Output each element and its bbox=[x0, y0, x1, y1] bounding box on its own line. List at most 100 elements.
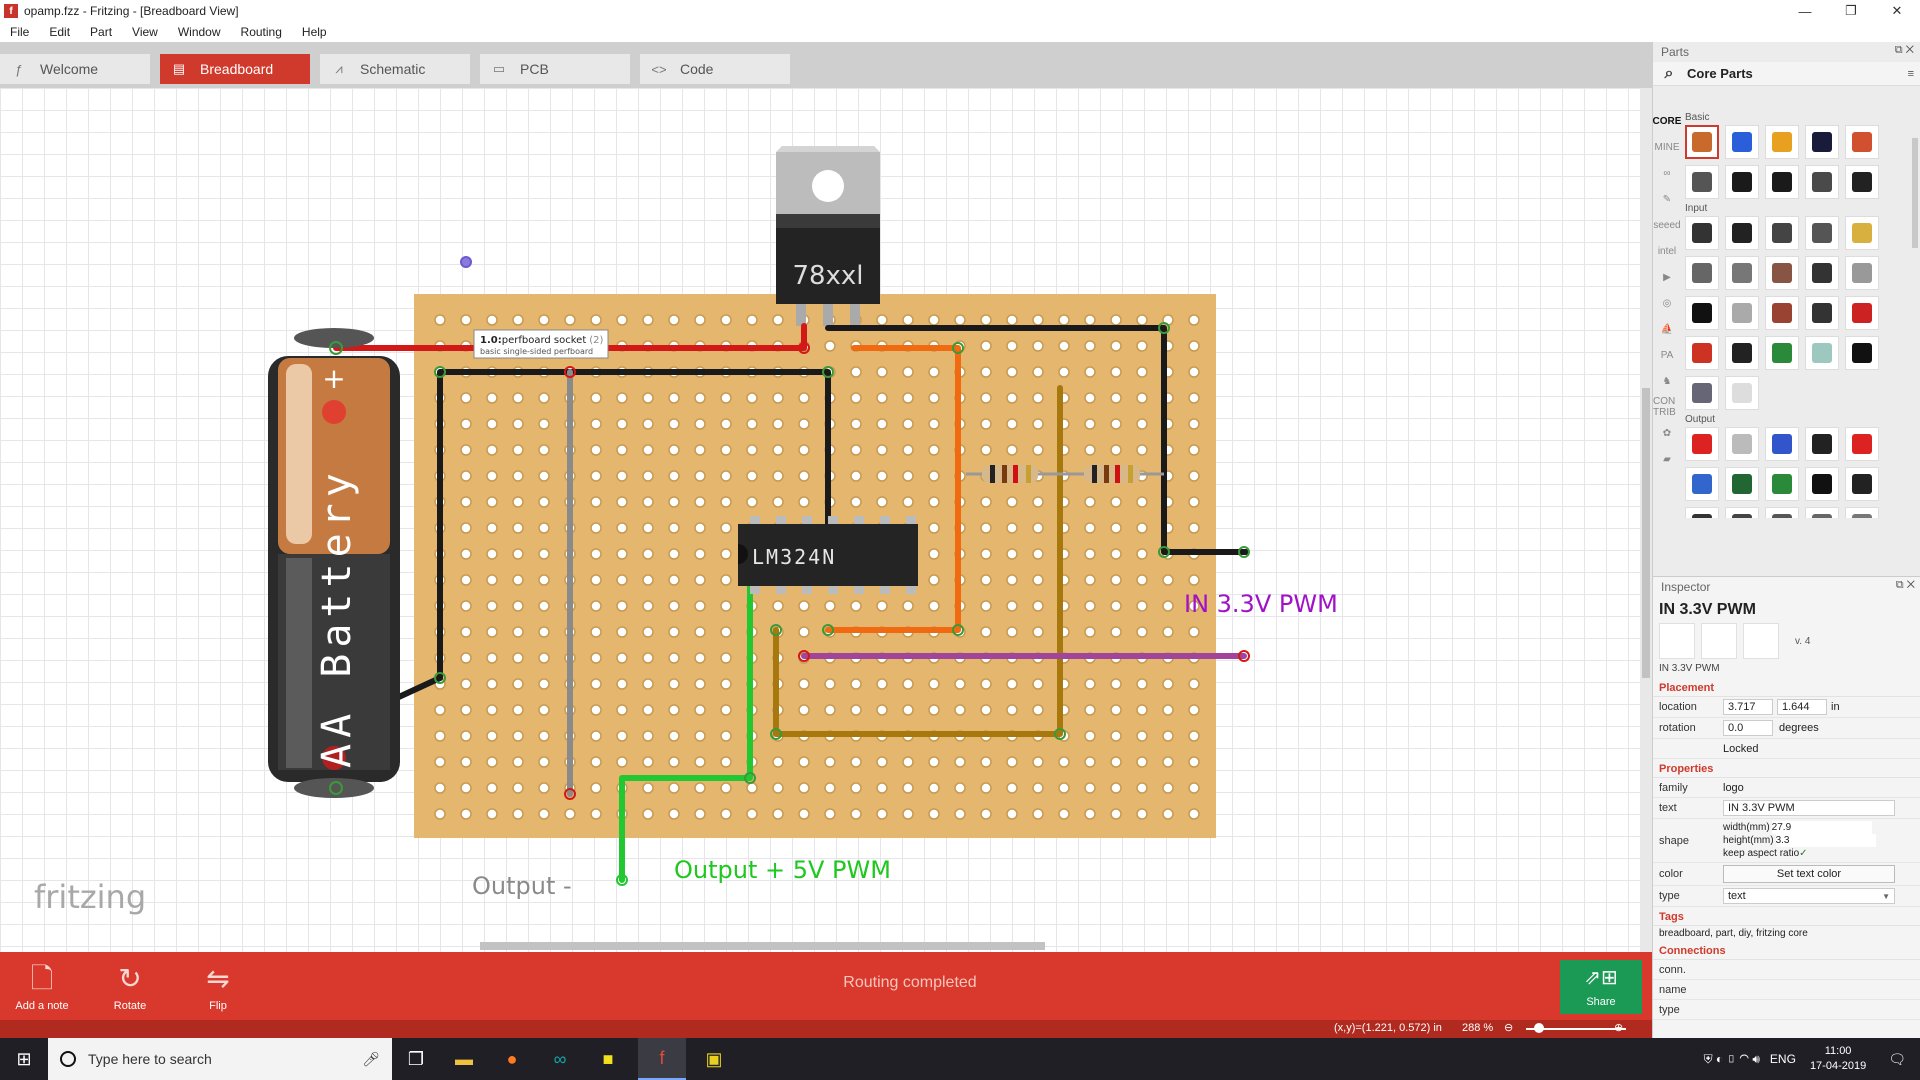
menu-window[interactable]: Window bbox=[178, 25, 221, 39]
part-icon[interactable] bbox=[1765, 165, 1799, 199]
ic-lm324n[interactable]: LM324N bbox=[738, 516, 918, 594]
part-icon[interactable] bbox=[1805, 125, 1839, 159]
sticky-notes-icon[interactable]: ■ bbox=[584, 1038, 632, 1080]
zoom-slider-handle[interactable] bbox=[1534, 1023, 1544, 1033]
tab-breadboard[interactable]: ▤ Breadboard bbox=[160, 54, 310, 84]
voltage-regulator-78xxl[interactable]: 78xxl bbox=[776, 146, 880, 326]
fritzing-taskbar-icon[interactable]: f bbox=[638, 1038, 686, 1080]
panel-controls[interactable]: ⧉ ✕ bbox=[1896, 579, 1915, 592]
parts-bin-tab[interactable]: PA bbox=[1653, 342, 1681, 368]
canvas-vertical-scrollbar[interactable] bbox=[1640, 88, 1652, 952]
clock[interactable]: 11:00 17-04-2019 bbox=[1810, 1044, 1866, 1074]
rotation-input[interactable]: 0.0 bbox=[1723, 720, 1773, 736]
notification-icon[interactable]: 🗨︎ bbox=[1888, 1051, 1906, 1068]
part-icon[interactable] bbox=[1805, 216, 1839, 250]
part-icon[interactable] bbox=[1845, 296, 1879, 330]
part-icon[interactable] bbox=[1845, 256, 1879, 290]
search-icon[interactable]: ⌕ bbox=[1657, 65, 1681, 83]
breadboard-canvas[interactable]: 78xxl LM324N + - AA Battery 1.0:perfboar… bbox=[0, 88, 1640, 952]
add-note-button[interactable]: 🗋 Add a note bbox=[2, 952, 82, 1020]
part-icon[interactable] bbox=[1725, 296, 1759, 330]
menu-routing[interactable]: Routing bbox=[241, 25, 282, 39]
part-icon[interactable] bbox=[1765, 216, 1799, 250]
part-icon[interactable] bbox=[1765, 256, 1799, 290]
file-explorer-icon[interactable]: ▬ bbox=[440, 1038, 488, 1080]
minimize-button[interactable]: — bbox=[1782, 0, 1828, 22]
part-icon[interactable] bbox=[1725, 256, 1759, 290]
menu-help[interactable]: Help bbox=[302, 25, 327, 39]
part-icon[interactable] bbox=[1845, 336, 1879, 370]
part-icon[interactable] bbox=[1805, 336, 1839, 370]
parts-bin-tab[interactable]: ⛵ bbox=[1653, 316, 1681, 342]
parts-bin-tab[interactable]: ✎ bbox=[1653, 186, 1681, 212]
part-icon[interactable] bbox=[1845, 507, 1879, 518]
canvas-horizontal-scrollbar[interactable] bbox=[480, 942, 1045, 950]
part-icon[interactable] bbox=[1765, 507, 1799, 518]
height-input[interactable]: 3.3 bbox=[1775, 834, 1876, 847]
part-icon[interactable] bbox=[1805, 165, 1839, 199]
arduino-icon[interactable]: ∞ bbox=[536, 1038, 584, 1080]
part-icon[interactable] bbox=[1805, 467, 1839, 501]
part-icon[interactable] bbox=[1765, 427, 1799, 461]
label-output-minus[interactable]: Output - bbox=[472, 872, 572, 900]
part-icon[interactable] bbox=[1805, 296, 1839, 330]
width-input[interactable]: 27.9 bbox=[1771, 821, 1872, 834]
parts-bin-tab[interactable]: seeed bbox=[1653, 212, 1681, 238]
set-text-color-button[interactable]: Set text color bbox=[1723, 865, 1895, 883]
firefox-icon[interactable]: ● bbox=[488, 1038, 536, 1080]
menu-file[interactable]: File bbox=[10, 25, 29, 39]
part-icon[interactable] bbox=[1685, 216, 1719, 250]
menu-edit[interactable]: Edit bbox=[49, 25, 70, 39]
tab-pcb[interactable]: ▭ PCB bbox=[480, 54, 630, 84]
part-icon[interactable] bbox=[1765, 125, 1799, 159]
part-icon[interactable] bbox=[1765, 336, 1799, 370]
part-icon[interactable] bbox=[1685, 376, 1719, 410]
keep-aspect-checkbox[interactable]: ✓ bbox=[1799, 847, 1807, 860]
part-icon[interactable] bbox=[1685, 125, 1719, 159]
type-select[interactable]: text ▼ bbox=[1723, 888, 1895, 904]
app-taskbar-icon[interactable]: ▣ bbox=[690, 1038, 738, 1080]
tab-welcome[interactable]: ƒ Welcome bbox=[0, 54, 150, 84]
part-icon[interactable] bbox=[1685, 467, 1719, 501]
tab-code[interactable]: <> Code bbox=[640, 54, 790, 84]
parts-bin-tab[interactable]: CON TRIB bbox=[1653, 394, 1681, 420]
label-output-plus[interactable]: Output + 5V PWM bbox=[674, 856, 891, 884]
part-icon[interactable] bbox=[1845, 165, 1879, 199]
part-icon[interactable] bbox=[1725, 336, 1759, 370]
microphone-icon[interactable]: 🎤︎ bbox=[362, 1051, 380, 1068]
zoom-in-icon[interactable]: ⊕ bbox=[1614, 1021, 1623, 1034]
part-icon[interactable] bbox=[1725, 427, 1759, 461]
part-icon[interactable] bbox=[1725, 467, 1759, 501]
windows-start-button[interactable]: ⊞ bbox=[0, 1038, 48, 1080]
parts-bin-tab[interactable]: ▶ bbox=[1653, 264, 1681, 290]
part-icon[interactable] bbox=[1725, 125, 1759, 159]
parts-bin-tab[interactable]: ∞ bbox=[1653, 160, 1681, 186]
part-icon[interactable] bbox=[1685, 336, 1719, 370]
location-x-input[interactable]: 3.717 bbox=[1723, 699, 1773, 715]
part-icon[interactable] bbox=[1845, 125, 1879, 159]
menu-view[interactable]: View bbox=[132, 25, 158, 39]
circuit-drawing[interactable]: 78xxl LM324N + - AA Battery 1.0:perfboar… bbox=[0, 88, 1640, 952]
zoom-out-icon[interactable]: ⊖ bbox=[1504, 1021, 1513, 1034]
scroll-thumb[interactable] bbox=[1912, 138, 1918, 248]
part-icon[interactable] bbox=[1685, 165, 1719, 199]
location-y-input[interactable]: 1.644 bbox=[1777, 699, 1827, 715]
aa-battery[interactable]: + - AA Battery bbox=[268, 328, 400, 836]
locked-checkbox[interactable]: Locked bbox=[1723, 743, 1758, 755]
label-in-pwm[interactable]: IN 3.3V PWM bbox=[1184, 590, 1338, 618]
part-icon[interactable] bbox=[1685, 427, 1719, 461]
part-icon[interactable] bbox=[1685, 507, 1719, 518]
panel-controls[interactable]: ⧉ ✕ bbox=[1895, 44, 1914, 57]
part-icon[interactable] bbox=[1845, 216, 1879, 250]
parts-bin-tab[interactable]: ◎ bbox=[1653, 290, 1681, 316]
part-icon[interactable] bbox=[1805, 256, 1839, 290]
part-icon[interactable] bbox=[1845, 467, 1879, 501]
close-button[interactable]: ✕ bbox=[1874, 0, 1920, 22]
part-icon[interactable] bbox=[1725, 507, 1759, 518]
taskbar-search[interactable]: Type here to search 🎤︎ bbox=[48, 1038, 392, 1080]
tab-schematic[interactable]: ⩘ Schematic bbox=[320, 54, 470, 84]
flip-button[interactable]: ⇋ Flip bbox=[178, 952, 258, 1020]
menu-part[interactable]: Part bbox=[90, 25, 112, 39]
scroll-thumb[interactable] bbox=[1642, 388, 1650, 678]
parts-bin-tab[interactable]: CORE bbox=[1653, 108, 1682, 134]
